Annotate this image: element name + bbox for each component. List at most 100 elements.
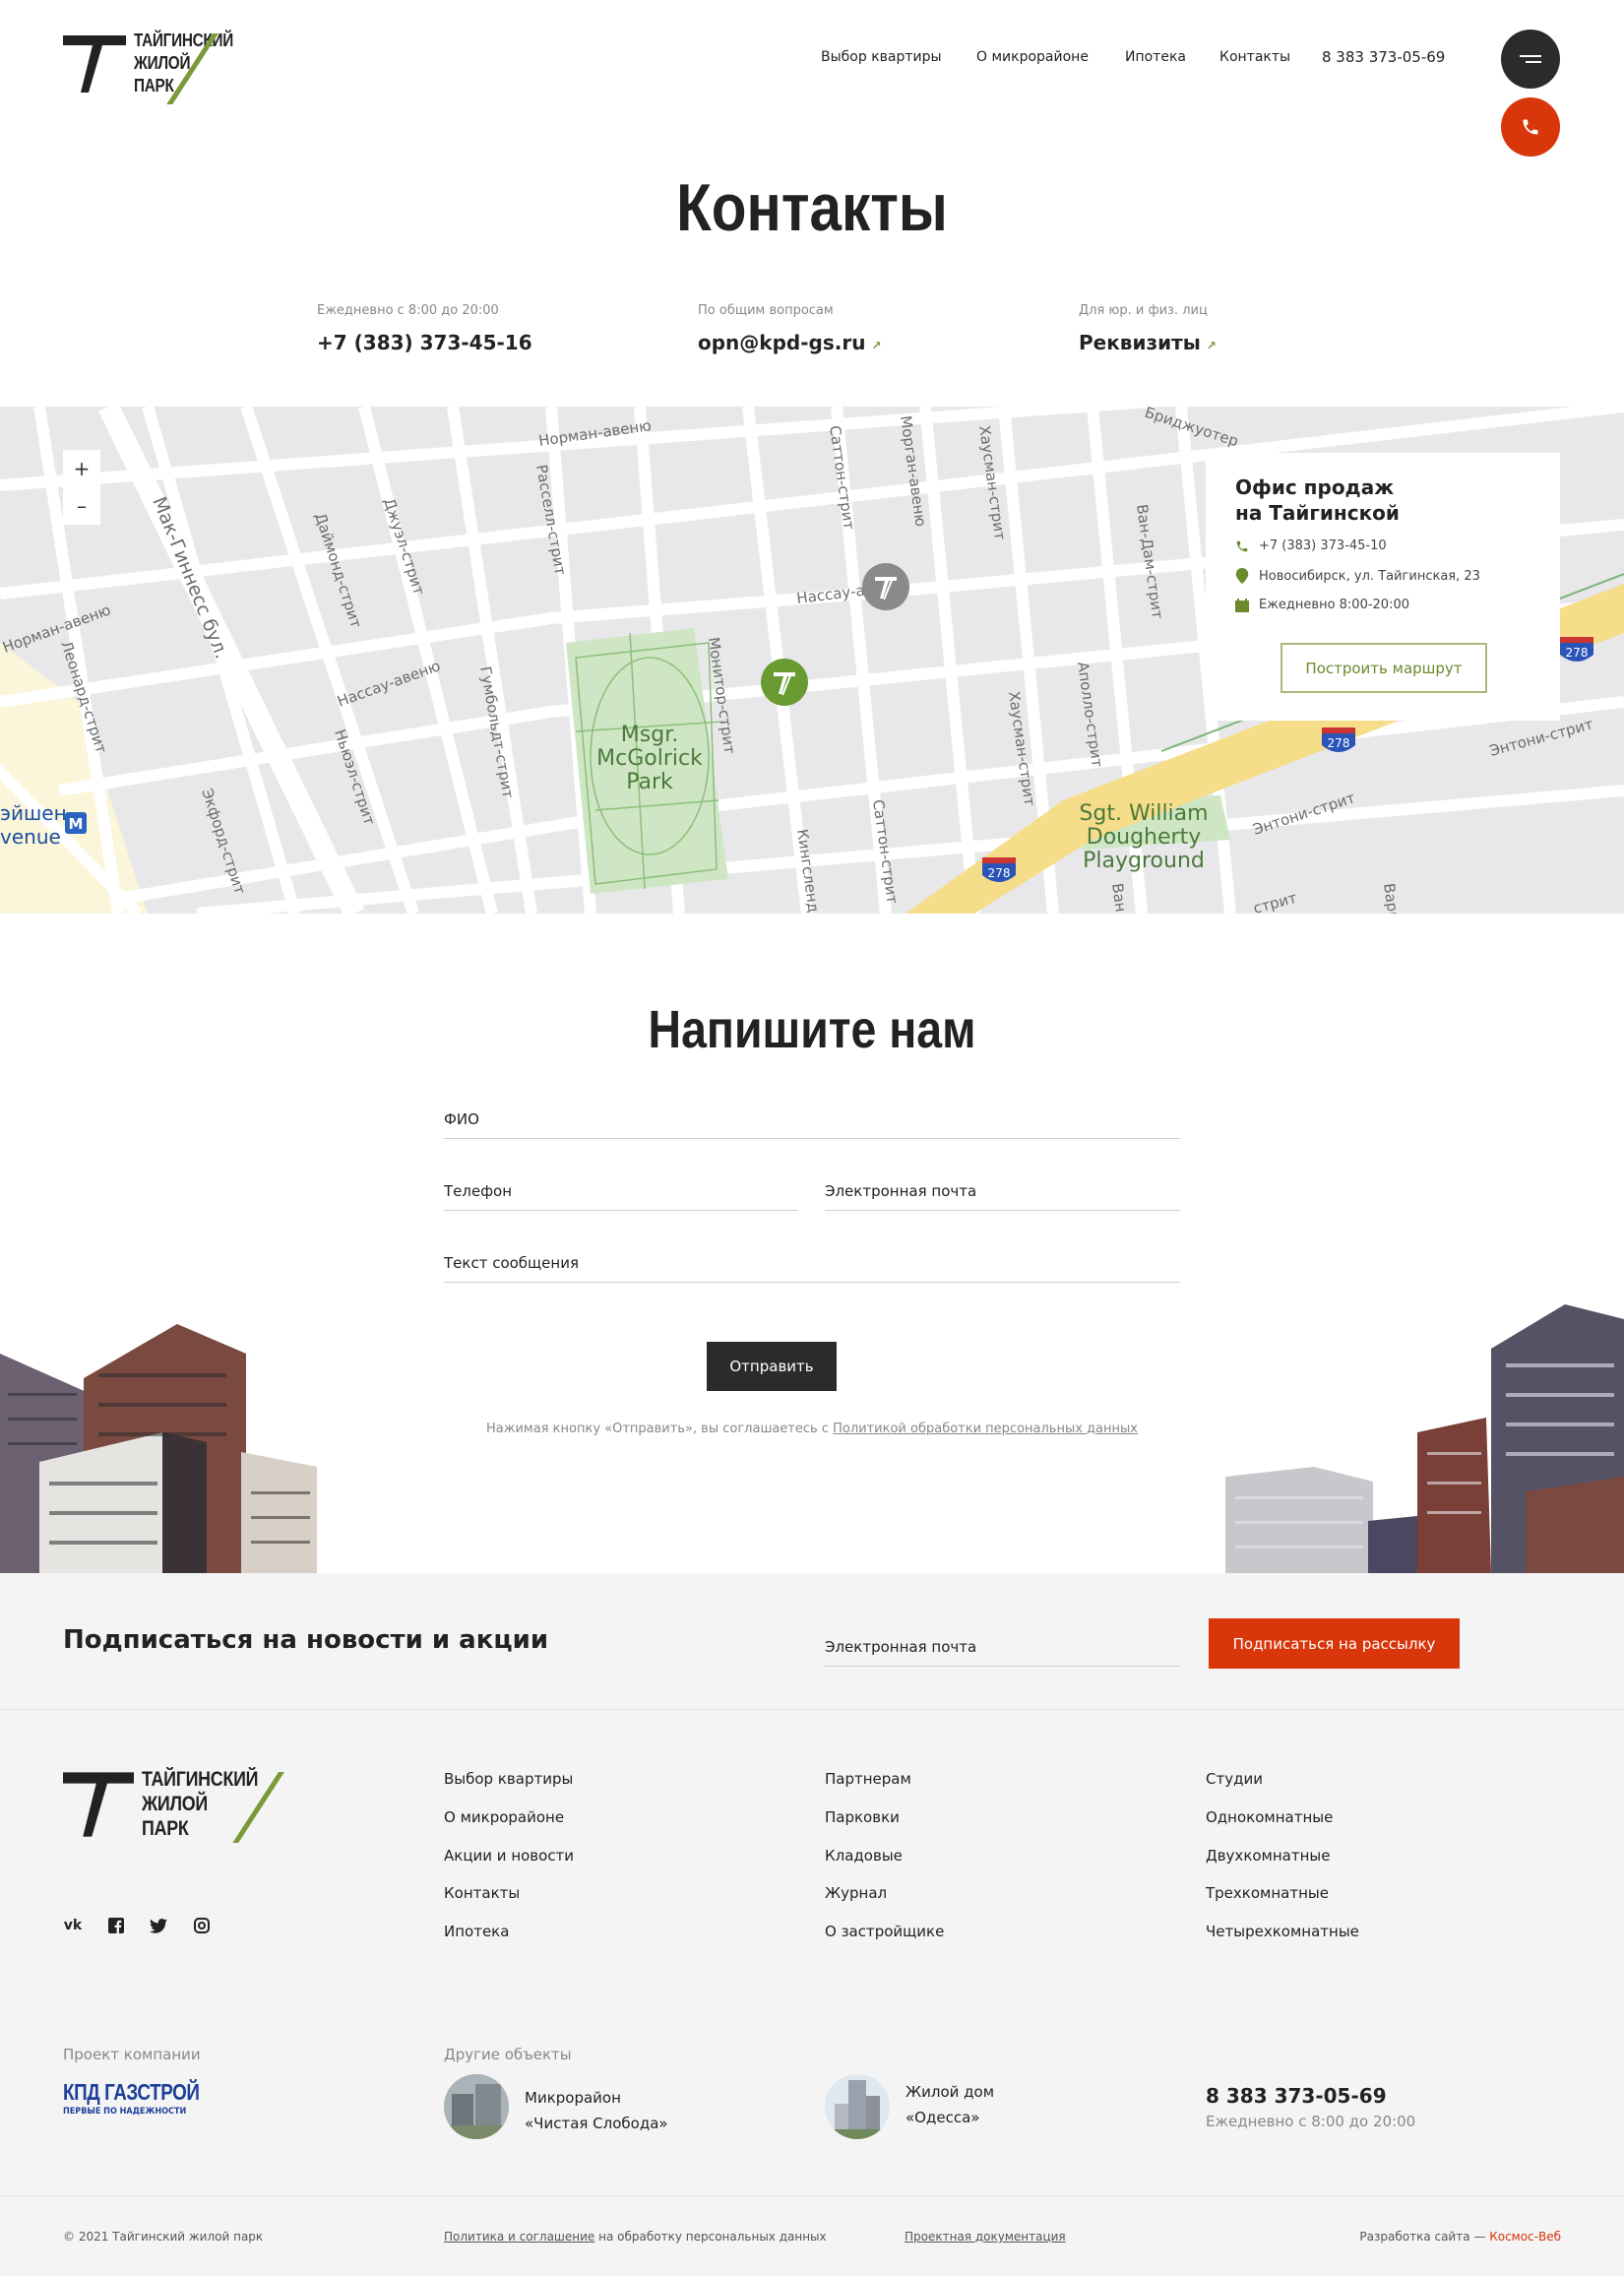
footer-hours: Ежедневно с 8:00 до 20:00 — [1206, 2113, 1416, 2130]
footer-link[interactable]: Парковки — [825, 1808, 900, 1826]
privacy-policy-link[interactable]: Политикой обработки персональных данных — [833, 1422, 1138, 1436]
footer-link[interactable]: Студии — [1206, 1770, 1263, 1788]
copyright: © 2021 Тайгинский жилой парк — [63, 2230, 264, 2244]
map-marker-object[interactable] — [862, 563, 909, 610]
contact-phone[interactable]: +7 (383) 373-45-16 — [317, 331, 532, 354]
phone-icon — [1523, 119, 1538, 135]
name-field[interactable]: ФИО — [444, 1110, 1180, 1139]
footer-link[interactable]: Выбор квартиры — [444, 1770, 573, 1788]
header-phone[interactable]: 8 383 373-05-69 — [1322, 48, 1445, 66]
office-title-line: Офис продаж — [1235, 475, 1395, 499]
menu-icon — [1520, 55, 1541, 63]
submit-button[interactable]: Отправить — [707, 1342, 837, 1391]
footer-link[interactable]: Ипотека — [444, 1923, 509, 1940]
contact-hours-caption: Ежедневно с 8:00 до 20:00 — [317, 303, 499, 318]
phone-field[interactable]: Телефон — [444, 1182, 798, 1211]
nav-about-district[interactable]: О микрорайоне — [976, 49, 1089, 65]
office-title-line: на Тайгинской — [1235, 501, 1400, 525]
instagram-icon[interactable] — [192, 1916, 212, 1935]
park-label: Park — [626, 770, 673, 794]
office-phone: +7 (383) 373-45-10 — [1259, 538, 1387, 553]
footer-link[interactable]: Трехкомнатные — [1206, 1884, 1329, 1902]
calendar-icon — [1235, 598, 1249, 612]
subscribe-title: Подписаться на новости и акции — [63, 1625, 549, 1655]
zoom-in-button[interactable]: + — [63, 450, 100, 487]
nav-choose-apartment[interactable]: Выбор квартиры — [821, 49, 942, 65]
vk-icon[interactable]: vk — [63, 1916, 83, 1935]
footer-link[interactable]: Журнал — [825, 1884, 887, 1902]
route-shield-icon: 278 — [982, 857, 1016, 882]
map-marker-sales-office[interactable] — [761, 659, 808, 706]
page-title: Контакты — [676, 170, 948, 245]
route-shield-icon: 278 — [1560, 637, 1593, 662]
contact-email-link[interactable]: opn@kpd-gs.ru ↗ — [698, 331, 882, 354]
logo-line-1: ТАЙГИНСКИЙ — [142, 1768, 259, 1791]
developer-text: Разработка сайта — — [1359, 2230, 1490, 2244]
office-hours-row: Ежедневно 8:00-20:00 — [1235, 598, 1409, 612]
footer-link[interactable]: Однокомнатные — [1206, 1808, 1333, 1826]
footer-link[interactable]: Кладовые — [825, 1847, 903, 1865]
logo-line-2: ЖИЛОЙ — [142, 1793, 208, 1815]
phone-icon — [1236, 540, 1248, 551]
form-title: Напишите нам — [648, 1000, 976, 1059]
policy-rest: на обработку персональных данных — [594, 2230, 827, 2244]
footer-link[interactable]: Партнерам — [825, 1770, 911, 1788]
footer-link[interactable]: Контакты — [444, 1884, 520, 1902]
policy-link[interactable]: Политика и соглашение — [444, 2230, 594, 2244]
object-thumbnail — [444, 2074, 509, 2139]
developer-link[interactable]: Космос-Веб — [1489, 2230, 1561, 2244]
subscribe-email-field[interactable]: Электронная почта — [825, 1638, 1179, 1667]
twitter-icon[interactable] — [149, 1916, 168, 1935]
footer-link[interactable]: Акции и новости — [444, 1847, 574, 1865]
object-2-line: «Одесса» — [906, 2109, 980, 2126]
nav-contacts[interactable]: Контакты — [1219, 49, 1290, 65]
footer-link[interactable]: Четырехкомнатные — [1206, 1923, 1359, 1940]
message-field[interactable]: Текст сообщения — [444, 1254, 1180, 1283]
menu-button[interactable] — [1501, 30, 1560, 89]
footer-link[interactable]: О застройщике — [825, 1923, 944, 1940]
project-caption: Проект компании — [63, 2046, 201, 2063]
company-name: КПД ГАЗСТРОЙ — [63, 2079, 200, 2105]
metro-badge-label: M — [69, 815, 84, 833]
build-route-button[interactable]: Построить маршрут — [1280, 643, 1487, 693]
contact-requisites-caption: Для юр. и физ. лиц — [1079, 303, 1208, 318]
zoom-out-button[interactable]: – — [63, 487, 100, 525]
footer-logo-icon[interactable] — [63, 1770, 134, 1839]
office-phone-row[interactable]: +7 (383) 373-45-10 — [1235, 538, 1387, 553]
object-link-2[interactable]: Жилой дом «Одесса» — [825, 2071, 1120, 2139]
footer-phone[interactable]: 8 383 373-05-69 — [1206, 2084, 1387, 2108]
svg-text:278: 278 — [988, 866, 1011, 880]
svg-text:278: 278 — [1566, 646, 1589, 660]
metro-label: venue — [0, 825, 61, 849]
company-logo[interactable]: КПД ГАЗСТРОЙ ПЕРВЫЕ ПО НАДЕЖНОСТИ — [63, 2079, 229, 2117]
consent-text: Нажимая кнопку «Отправить», вы соглашает… — [486, 1422, 834, 1436]
object-1-line: «Чистая Слобода» — [525, 2115, 668, 2132]
nav-mortgage[interactable]: Ипотека — [1125, 49, 1186, 65]
office-hours: Ежедневно 8:00-20:00 — [1259, 598, 1410, 612]
call-button[interactable] — [1501, 97, 1560, 157]
facebook-icon[interactable] — [106, 1916, 126, 1935]
object-2-line: Жилой дом — [906, 2083, 995, 2101]
park-label: McGolrick — [596, 746, 703, 771]
footer-link[interactable]: О микрорайоне — [444, 1808, 564, 1826]
email-field[interactable]: Электронная почта — [825, 1182, 1180, 1211]
developer-credit: Разработка сайта — Космос-Веб — [1359, 2230, 1561, 2244]
contact-email-caption: По общим вопросам — [698, 303, 834, 318]
sales-office-card: Офис продаж на Тайгинской +7 (383) 373-4… — [1206, 453, 1560, 721]
playground-label: Sgt. William — [1079, 801, 1208, 826]
park-label: Msgr. — [621, 723, 678, 747]
playground-label: Dougherty — [1087, 825, 1201, 850]
footer-link[interactable]: Двухкомнатные — [1206, 1847, 1330, 1865]
external-link-icon: ↗ — [1206, 339, 1217, 352]
other-objects-caption: Другие объекты — [444, 2046, 572, 2063]
subscribe-button[interactable]: Подписаться на рассылку — [1209, 1618, 1460, 1669]
object-thumbnail — [825, 2074, 890, 2139]
office-title: Офис продаж на Тайгинской — [1235, 474, 1400, 526]
logo-icon[interactable] — [63, 35, 126, 93]
requisites-link[interactable]: Реквизиты ↗ — [1079, 331, 1217, 354]
office-address-row: Новосибирск, ул. Тайгинская, 23 — [1235, 568, 1480, 584]
external-link-icon: ↗ — [871, 339, 882, 352]
project-docs-link[interactable]: Проектная документация — [905, 2230, 1066, 2244]
buildings-illustration-left — [0, 1324, 317, 1573]
object-link-1[interactable]: Микрорайон «Чистая Слобода» — [444, 2071, 739, 2139]
